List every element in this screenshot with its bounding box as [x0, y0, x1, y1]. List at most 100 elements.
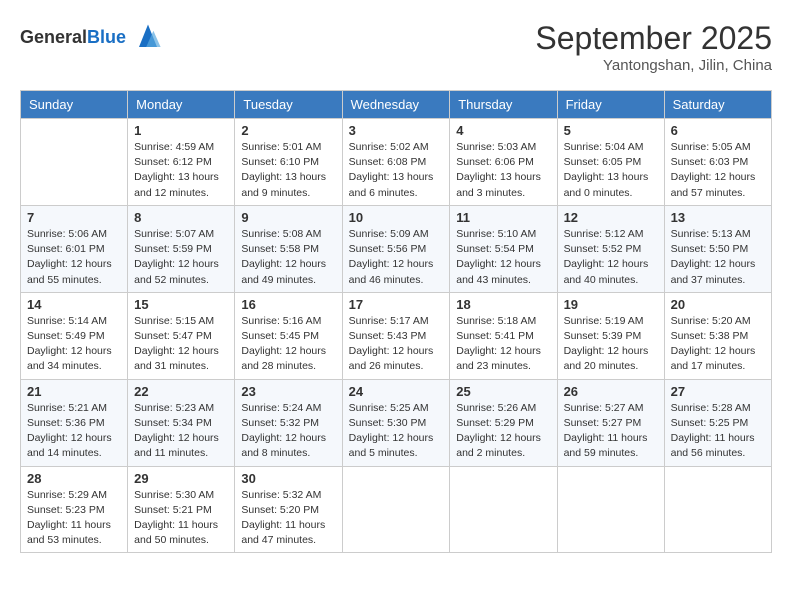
calendar-cell: 16 Sunrise: 5:16 AMSunset: 5:45 PMDayligh…: [235, 292, 342, 379]
day-info: Sunrise: 5:16 AMSunset: 5:45 PMDaylight:…: [241, 314, 335, 375]
calendar-cell: 25Sunrise: 5:26 AMSunset: 5:29 PMDayligh…: [450, 379, 557, 466]
day-number: 20: [671, 297, 765, 312]
day-number: 19: [564, 297, 658, 312]
day-info: Sunrise: 5:29 AMSunset: 5:23 PMDaylight:…: [27, 488, 121, 549]
day-info: Sunrise: 5:20 AMSunset: 5:38 PMDaylight:…: [671, 314, 765, 375]
weekday-header-row: SundayMondayTuesdayWednesdayThursdayFrid…: [21, 91, 772, 119]
day-info: Sunrise: 5:01 AMSunset: 6:10 PMDaylight:…: [241, 140, 335, 201]
logo-blue: Blue: [87, 27, 126, 47]
day-info: Sunrise: 4:59 AMSunset: 6:12 PMDaylight:…: [134, 140, 228, 201]
day-info: Sunrise: 5:02 AMSunset: 6:08 PMDaylight:…: [349, 140, 444, 201]
day-info: Sunrise: 5:12 AMSunset: 5:52 PMDaylight:…: [564, 227, 658, 288]
day-info: Sunrise: 5:30 AMSunset: 5:21 PMDaylight:…: [134, 488, 228, 549]
day-info: Sunrise: 5:14 AMSunset: 5:49 PMDaylight:…: [27, 314, 121, 375]
day-number: 29: [134, 471, 228, 486]
day-number: 18: [456, 297, 550, 312]
month-title: September 2025: [535, 20, 772, 57]
calendar-cell: 15 Sunrise: 5:15 AMSunset: 5:47 PMDayligh…: [128, 292, 235, 379]
weekday-header-saturday: Saturday: [664, 91, 771, 119]
calendar-cell: 10 Sunrise: 5:09 AMSunset: 5:56 PMDayligh…: [342, 205, 450, 292]
calendar-cell: 3 Sunrise: 5:02 AMSunset: 6:08 PMDaylight…: [342, 119, 450, 206]
day-info: Sunrise: 5:21 AMSunset: 5:36 PMDaylight:…: [27, 401, 121, 462]
day-number: 8: [134, 210, 228, 225]
day-info: Sunrise: 5:17 AMSunset: 5:43 PMDaylight:…: [349, 314, 444, 375]
calendar-cell: 27Sunrise: 5:28 AMSunset: 5:25 PMDayligh…: [664, 379, 771, 466]
day-info: Sunrise: 5:09 AMSunset: 5:56 PMDaylight:…: [349, 227, 444, 288]
weekday-header-wednesday: Wednesday: [342, 91, 450, 119]
day-number: 9: [241, 210, 335, 225]
calendar-cell: 17 Sunrise: 5:17 AMSunset: 5:43 PMDayligh…: [342, 292, 450, 379]
calendar-cell: 14Sunrise: 5:14 AMSunset: 5:49 PMDayligh…: [21, 292, 128, 379]
calendar-cell: 21 Sunrise: 5:21 AMSunset: 5:36 PMDayligh…: [21, 379, 128, 466]
calendar-table: SundayMondayTuesdayWednesdayThursdayFrid…: [20, 90, 772, 553]
day-number: 21: [27, 384, 121, 399]
calendar-cell: 22Sunrise: 5:23 AMSunset: 5:34 PMDayligh…: [128, 379, 235, 466]
day-number: 10: [349, 210, 444, 225]
calendar-cell: 24 Sunrise: 5:25 AMSunset: 5:30 PMDayligh…: [342, 379, 450, 466]
day-number: 15: [134, 297, 228, 312]
day-number: 30: [241, 471, 335, 486]
calendar-cell: 2 Sunrise: 5:01 AMSunset: 6:10 PMDaylight…: [235, 119, 342, 206]
day-info: Sunrise: 5:15 AMSunset: 5:47 PMDaylight:…: [134, 314, 228, 375]
calendar-cell: [557, 466, 664, 553]
day-info: Sunrise: 5:07 AMSunset: 5:59 PMDaylight:…: [134, 227, 228, 288]
logo: GeneralBlue: [20, 20, 166, 56]
calendar-week-4: 21 Sunrise: 5:21 AMSunset: 5:36 PMDayligh…: [21, 379, 772, 466]
calendar-cell: 29 Sunrise: 5:30 AMSunset: 5:21 PMDayligh…: [128, 466, 235, 553]
day-number: 1: [134, 123, 228, 138]
day-number: 26: [564, 384, 658, 399]
calendar-cell: 9 Sunrise: 5:08 AMSunset: 5:58 PMDaylight…: [235, 205, 342, 292]
calendar-cell: 23 Sunrise: 5:24 AMSunset: 5:32 PMDayligh…: [235, 379, 342, 466]
calendar-cell: [21, 119, 128, 206]
location-subtitle: Yantongshan, Jilin, China: [535, 57, 772, 74]
calendar-week-5: 28Sunrise: 5:29 AMSunset: 5:23 PMDayligh…: [21, 466, 772, 553]
calendar-cell: 1 Sunrise: 4:59 AMSunset: 6:12 PMDaylight…: [128, 119, 235, 206]
day-number: 25: [456, 384, 550, 399]
calendar-cell: [664, 466, 771, 553]
day-info: Sunrise: 5:25 AMSunset: 5:30 PMDaylight:…: [349, 401, 444, 462]
day-info: Sunrise: 5:05 AMSunset: 6:03 PMDaylight:…: [671, 140, 765, 201]
day-info: Sunrise: 5:08 AMSunset: 5:58 PMDaylight:…: [241, 227, 335, 288]
calendar-cell: 8 Sunrise: 5:07 AMSunset: 5:59 PMDaylight…: [128, 205, 235, 292]
day-info: Sunrise: 5:04 AMSunset: 6:05 PMDaylight:…: [564, 140, 658, 201]
day-number: 2: [241, 123, 335, 138]
day-number: 4: [456, 123, 550, 138]
day-info: Sunrise: 5:10 AMSunset: 5:54 PMDaylight:…: [456, 227, 550, 288]
calendar-week-1: 1 Sunrise: 4:59 AMSunset: 6:12 PMDaylight…: [21, 119, 772, 206]
day-number: 23: [241, 384, 335, 399]
weekday-header-monday: Monday: [128, 91, 235, 119]
weekday-header-tuesday: Tuesday: [235, 91, 342, 119]
calendar-cell: 7Sunrise: 5:06 AMSunset: 6:01 PMDaylight…: [21, 205, 128, 292]
calendar-week-2: 7Sunrise: 5:06 AMSunset: 6:01 PMDaylight…: [21, 205, 772, 292]
calendar-cell: 12 Sunrise: 5:12 AMSunset: 5:52 PMDayligh…: [557, 205, 664, 292]
day-number: 7: [27, 210, 121, 225]
day-info: Sunrise: 5:28 AMSunset: 5:25 PMDaylight:…: [671, 401, 765, 462]
day-number: 6: [671, 123, 765, 138]
calendar-cell: 26 Sunrise: 5:27 AMSunset: 5:27 PMDayligh…: [557, 379, 664, 466]
weekday-header-sunday: Sunday: [21, 91, 128, 119]
day-info: Sunrise: 5:23 AMSunset: 5:34 PMDaylight:…: [134, 401, 228, 462]
calendar-cell: [342, 466, 450, 553]
day-info: Sunrise: 5:24 AMSunset: 5:32 PMDaylight:…: [241, 401, 335, 462]
day-number: 16: [241, 297, 335, 312]
calendar-cell: 30Sunrise: 5:32 AMSunset: 5:20 PMDayligh…: [235, 466, 342, 553]
calendar-cell: 5Sunrise: 5:04 AMSunset: 6:05 PMDaylight…: [557, 119, 664, 206]
calendar-cell: 13Sunrise: 5:13 AMSunset: 5:50 PMDayligh…: [664, 205, 771, 292]
calendar-cell: 6 Sunrise: 5:05 AMSunset: 6:03 PMDaylight…: [664, 119, 771, 206]
calendar-cell: 28Sunrise: 5:29 AMSunset: 5:23 PMDayligh…: [21, 466, 128, 553]
day-number: 12: [564, 210, 658, 225]
calendar-week-3: 14Sunrise: 5:14 AMSunset: 5:49 PMDayligh…: [21, 292, 772, 379]
page-header: GeneralBlue September 2025 Yantongshan, …: [20, 20, 772, 74]
weekday-header-thursday: Thursday: [450, 91, 557, 119]
day-number: 3: [349, 123, 444, 138]
title-block: September 2025 Yantongshan, Jilin, China: [535, 20, 772, 74]
day-info: Sunrise: 5:18 AMSunset: 5:41 PMDaylight:…: [456, 314, 550, 375]
day-info: Sunrise: 5:19 AMSunset: 5:39 PMDaylight:…: [564, 314, 658, 375]
day-number: 17: [349, 297, 444, 312]
day-number: 13: [671, 210, 765, 225]
day-number: 24: [349, 384, 444, 399]
calendar-cell: 19 Sunrise: 5:19 AMSunset: 5:39 PMDayligh…: [557, 292, 664, 379]
calendar-cell: [450, 466, 557, 553]
logo-general: General: [20, 27, 87, 47]
day-info: Sunrise: 5:27 AMSunset: 5:27 PMDaylight:…: [564, 401, 658, 462]
